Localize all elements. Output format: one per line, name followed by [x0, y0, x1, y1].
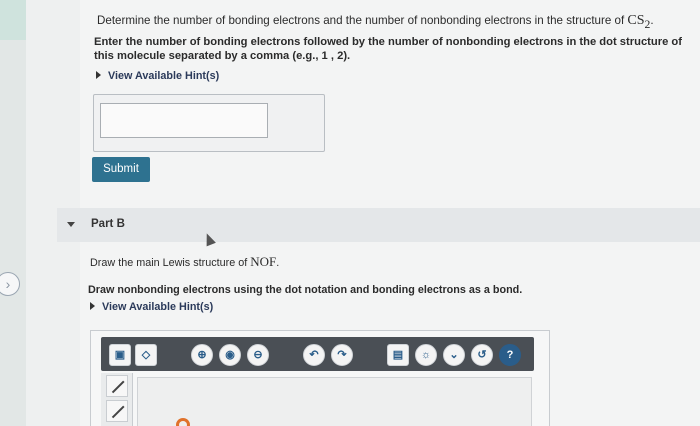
chevron-right-icon[interactable]: ›	[0, 272, 20, 296]
template-icon[interactable]: ▤	[387, 344, 409, 366]
part-a-molecule: CS2	[627, 13, 651, 31]
left-rail-highlight	[0, 0, 26, 40]
drawing-canvas[interactable]	[137, 377, 532, 426]
editor-toolbar: ▣ ◇ ⊕ ◉ ⊖ ↶ ↷ ▤ ☼ ⌄ ↺ ?	[101, 337, 534, 371]
part-b-hint-toggle[interactable]: View Available Hint(s)	[90, 301, 213, 313]
caret-right-icon	[90, 302, 95, 310]
chevron-down-icon[interactable]: ⌄	[443, 344, 465, 366]
zoom-out-icon[interactable]: ⊖	[247, 344, 269, 366]
part-b-instruction: Draw nonbonding electrons using the dot …	[88, 284, 523, 296]
select-icon[interactable]: ▣	[109, 344, 131, 366]
zoom-reset-icon[interactable]: ◉	[219, 344, 241, 366]
part-a-hint-toggle[interactable]: View Available Hint(s)	[96, 70, 219, 82]
bond-tools	[101, 373, 133, 426]
reset-icon[interactable]: ↺	[471, 344, 493, 366]
answer-box	[93, 94, 325, 152]
part-b-question: Draw the main Lewis structure of NOF.	[90, 254, 279, 270]
part-a-instruction: Enter the number of bonding electrons fo…	[94, 36, 682, 62]
answer-input[interactable]	[100, 103, 268, 138]
part-a-hint-label: View Available Hint(s)	[108, 70, 220, 82]
zoom-in-icon[interactable]: ⊕	[191, 344, 213, 366]
eraser-icon[interactable]: ◇	[135, 344, 157, 366]
redo-icon[interactable]: ↷	[331, 344, 353, 366]
part-b-molecule: NOF	[250, 254, 277, 269]
part-a-question: Determine the number of bonding electron…	[97, 13, 697, 33]
left-rail: ›	[0, 0, 26, 426]
lightbulb-icon[interactable]: ☼	[415, 344, 437, 366]
part-b-hint-label: View Available Hint(s)	[102, 301, 214, 313]
double-bond-icon[interactable]	[106, 400, 128, 422]
part-a-question-text: Determine the number of bonding electron…	[97, 14, 628, 27]
part-b-question-suffix: .	[276, 257, 280, 269]
submit-button[interactable]: Submit	[92, 157, 150, 182]
part-b-label: Part B	[91, 218, 125, 230]
undo-icon[interactable]: ↶	[303, 344, 325, 366]
single-bond-icon[interactable]	[106, 375, 128, 397]
part-b-question-text: Draw the main Lewis structure of	[90, 257, 251, 269]
part-b-header[interactable]: Part B	[57, 208, 700, 242]
part-a-question-suffix: .	[650, 14, 654, 27]
help-icon[interactable]: ?	[499, 344, 521, 366]
caret-down-icon	[67, 222, 75, 227]
caret-right-icon	[96, 71, 101, 79]
spinner-icon	[176, 418, 190, 426]
